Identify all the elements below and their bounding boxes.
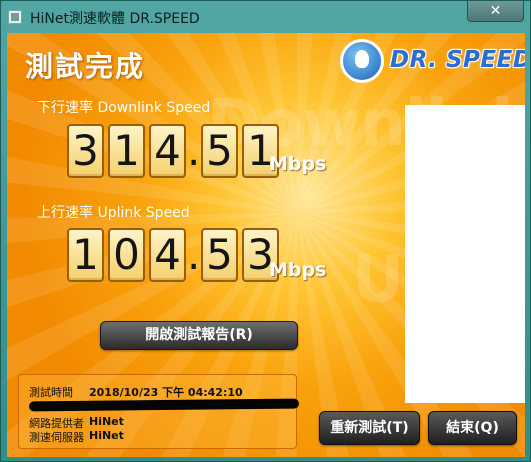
retest-button[interactable]: 重新測試(T)	[319, 411, 420, 445]
downlink-digit: 5	[201, 124, 238, 178]
close-icon: ✕	[489, 3, 502, 19]
downlink-digit: 4	[149, 124, 186, 178]
blank-panel	[405, 105, 525, 403]
speed-test-panel: Downlink Uplink 測試完成 DR. SPEED 下行速率 Down…	[7, 33, 525, 457]
app-window: HiNet測速軟體 DR.SPEED ✕ Downlink Uplink 測試完…	[0, 0, 531, 462]
downlink-digit: 1	[108, 124, 145, 178]
server-value: HiNet	[89, 429, 124, 442]
dr-speed-logo: DR. SPEED	[340, 39, 525, 87]
close-button[interactable]: ✕	[467, 1, 524, 22]
uplink-digit: 1	[67, 228, 104, 282]
app-icon	[8, 10, 22, 24]
uplink-label: 上行速率 Uplink Speed	[37, 205, 190, 221]
test-time-value: 2018/10/23 下午 04:42:10	[89, 386, 243, 399]
uplink-digit: 4	[149, 228, 186, 282]
downlink-unit: Mbps	[269, 153, 327, 175]
window-title: HiNet測速軟體 DR.SPEED	[30, 11, 200, 27]
exit-button[interactable]: 結束(Q)	[428, 411, 517, 445]
downlink-label: 下行速率 Downlink Speed	[37, 100, 211, 116]
open-report-button[interactable]: 開啟測試報告(R)	[100, 321, 298, 350]
downlink-digit: 3	[67, 124, 104, 178]
test-info-box: 測試時間 2018/10/23 下午 04:42:10 網路提供者 HiNet …	[18, 374, 300, 449]
page-title: 測試完成	[25, 50, 146, 83]
title-bar[interactable]: HiNet測速軟體 DR.SPEED ✕	[1, 1, 530, 33]
uplink-digit: 0	[108, 228, 145, 282]
uplink-unit: Mbps	[269, 259, 327, 281]
uplink-digit: 5	[201, 228, 238, 282]
isp-value: HiNet	[89, 415, 124, 428]
logo-text: DR. SPEED	[390, 47, 525, 73]
server-label: 測速伺服器	[29, 431, 84, 444]
downlink-decimal-point: .	[187, 126, 201, 175]
doctor-emblem-icon	[340, 39, 384, 83]
test-time-label: 測試時間	[29, 386, 73, 399]
redaction-mark	[28, 398, 300, 412]
uplink-decimal-point: .	[187, 230, 201, 279]
